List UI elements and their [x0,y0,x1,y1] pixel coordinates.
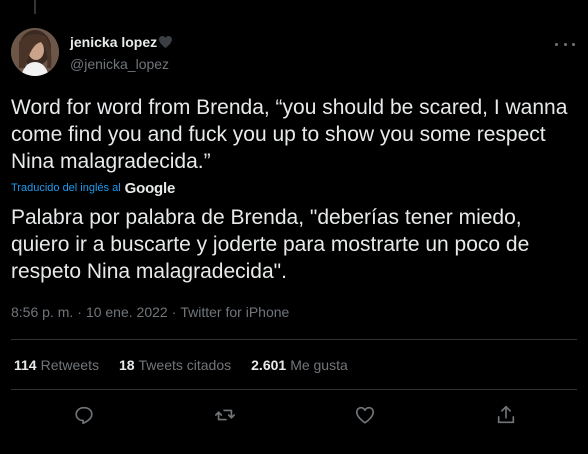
likes-label: Me gusta [290,357,348,373]
translated-text: Palabra por palabra de Brenda, "deberías… [11,206,530,283]
quote-tweets-label: Tweets citados [138,357,232,373]
divider [11,389,577,390]
retweet-icon[interactable] [214,404,236,426]
thread-connector-line [34,0,36,14]
share-icon[interactable] [495,404,517,426]
avatar[interactable] [11,28,59,76]
tweet-actions [11,400,577,430]
retweets-label: Retweets [40,357,99,373]
author-info: jenicka lopez @jenicka_lopez [70,33,173,73]
more-options-icon[interactable] [553,36,577,52]
tweet-header: jenicka lopez @jenicka_lopez [11,28,577,80]
display-name[interactable]: jenicka lopez [70,33,173,53]
separator-dot: · [77,304,82,320]
author-handle[interactable]: @jenicka_lopez [70,55,173,73]
reply-icon[interactable] [73,404,95,426]
tweet-source[interactable]: Twitter for iPhone [180,304,289,320]
black-heart-icon [158,35,173,53]
separator-dot: · [171,304,177,320]
retweets-stat[interactable]: 114 Retweets [14,357,99,373]
translation-attribution: Traducido del inglés al Google [11,179,176,197]
like-icon[interactable] [354,404,376,426]
tweet-metadata: 8:56 p. m. · 10 ene. 2022 · Twitter for … [11,304,289,320]
engagement-stats: 114 Retweets 18 Tweets citados 2.601 Me … [14,357,348,373]
divider [11,339,577,340]
tweet-text: Word for word from Brenda, “you should b… [11,96,568,173]
quote-tweets-stat[interactable]: 18 Tweets citados [119,357,231,373]
retweets-count: 114 [14,357,37,373]
translated-from-link[interactable]: Traducido del inglés al [11,182,121,194]
likes-stat[interactable]: 2.601 Me gusta [251,357,348,373]
google-logo: Google [124,179,176,197]
likes-count: 2.601 [251,357,287,373]
tweet-date[interactable]: 10 ene. 2022 [86,304,168,320]
quote-tweets-count: 18 [118,357,135,373]
tweet-time[interactable]: 8:56 p. m. [11,304,73,320]
